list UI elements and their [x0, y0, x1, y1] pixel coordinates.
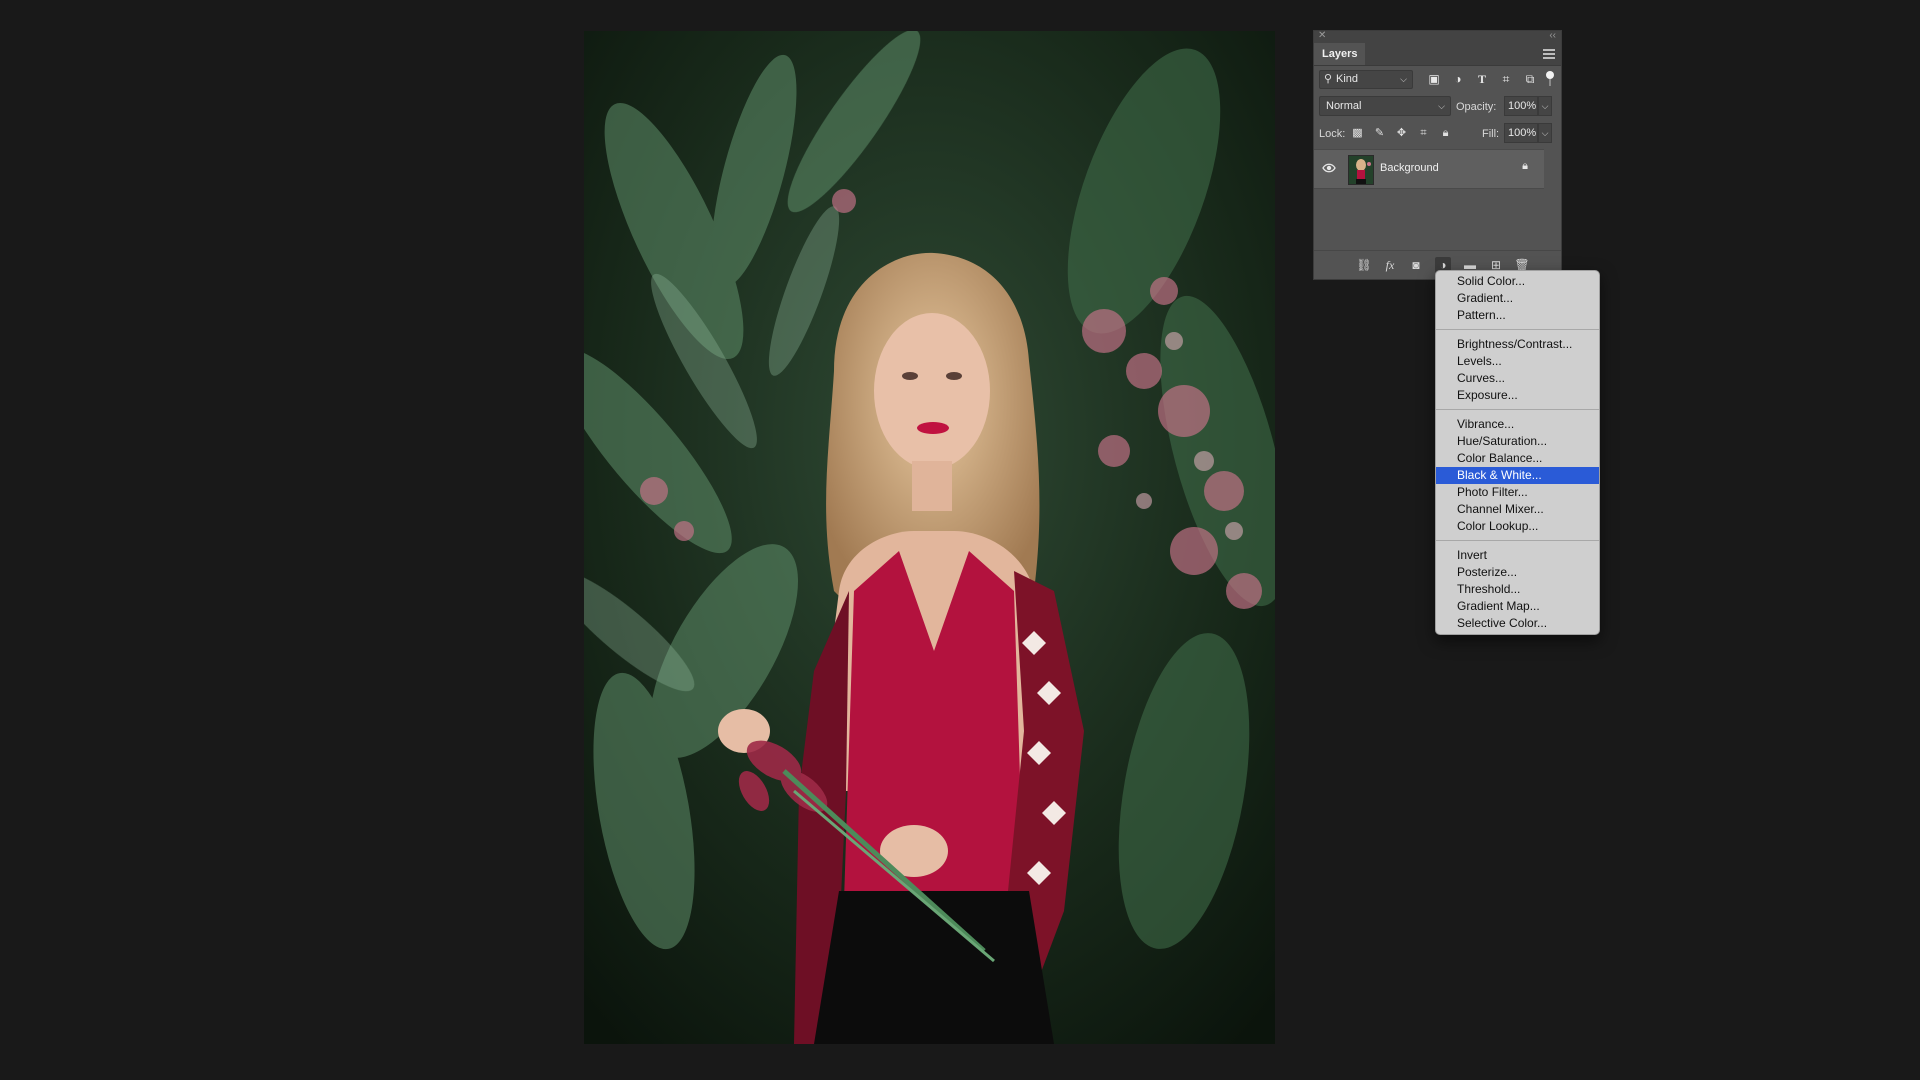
panel-tab-row: Layers [1314, 43, 1561, 66]
opacity-dropdown-button[interactable]: ⌵ [1538, 96, 1552, 116]
menu-item-curves[interactable]: Curves... [1436, 370, 1599, 387]
fill-label: Fill: [1482, 128, 1500, 140]
kind-filter-select[interactable]: ⚲ Kind ⌵ [1319, 70, 1413, 89]
layer-name[interactable]: Background [1380, 162, 1439, 174]
blend-mode-select[interactable]: Normal ⌵ [1319, 96, 1451, 116]
menu-item-posterize[interactable]: Posterize... [1436, 564, 1599, 581]
menu-item-channel-mixer[interactable]: Channel Mixer... [1436, 501, 1599, 518]
link-icon[interactable]: ⛓ [1356, 257, 1372, 273]
menu-item-gradient[interactable]: Gradient... [1436, 290, 1599, 307]
menu-item-threshold[interactable]: Threshold... [1436, 581, 1599, 598]
mask-icon[interactable]: ◙ [1408, 257, 1424, 273]
menu-item-gradient-map[interactable]: Gradient Map... [1436, 598, 1599, 615]
menu-item-vibrance[interactable]: Vibrance... [1436, 416, 1599, 433]
photo-image [584, 31, 1275, 1044]
lock-pixels-icon[interactable]: ✎ [1373, 127, 1386, 140]
menu-item-levels[interactable]: Levels... [1436, 353, 1599, 370]
menu-item-color-lookup[interactable]: Color Lookup... [1436, 518, 1599, 535]
lock-transparency-icon[interactable]: ▩ [1351, 127, 1364, 140]
lock-all-icon[interactable]: 🔒︎ [1439, 127, 1452, 140]
chevron-down-icon: ⌵ [1438, 101, 1445, 111]
adjustment-layer-menu: Solid Color... Gradient... Pattern... Brigh… [1435, 270, 1600, 635]
shape-filter-icon[interactable]: ⌗ [1499, 72, 1513, 86]
menu-item-brightness-contrast[interactable]: Brightness/Contrast... [1436, 336, 1599, 353]
menu-separator [1436, 540, 1599, 541]
lock-row: Lock: ▩ ✎ ✥ ⌗ 🔒︎ Fill: 100% ⌵ [1314, 120, 1561, 147]
menu-item-photo-filter[interactable]: Photo Filter... [1436, 484, 1599, 501]
filter-row: ⚲ Kind ⌵ ▣ ◑ T ⌗ ⧉ [1314, 66, 1561, 93]
menu-item-hue-saturation[interactable]: Hue/Saturation... [1436, 433, 1599, 450]
menu-item-invert[interactable]: Invert [1436, 547, 1599, 564]
menu-item-black-white[interactable]: Black & White... [1436, 467, 1599, 484]
image-filter-icon[interactable]: ▣ [1427, 72, 1441, 86]
visibility-eye-icon[interactable] [1322, 162, 1336, 174]
collapse-icon[interactable]: ‹‹ [1549, 30, 1556, 41]
adjustment-filter-icon[interactable]: ◑ [1451, 72, 1465, 86]
fx-icon[interactable]: fx [1382, 257, 1398, 273]
lock-label: Lock: [1319, 128, 1346, 140]
opacity-input[interactable]: 100% [1504, 96, 1538, 116]
close-icon[interactable]: ✕ [1318, 30, 1326, 41]
search-icon: ⚲ [1324, 73, 1333, 85]
opacity-label: Opacity: [1456, 101, 1497, 113]
document-canvas[interactable] [584, 31, 1275, 1044]
menu-item-selective-color[interactable]: Selective Color... [1436, 615, 1599, 632]
blend-mode-value: Normal [1326, 100, 1362, 112]
menu-separator [1436, 409, 1599, 410]
layers-panel: ✕ ‹‹ Layers ⚲ Kind ⌵ ▣ ◑ T ⌗ ⧉ Normal ⌵ … [1313, 30, 1562, 280]
fill-input[interactable]: 100% [1504, 123, 1538, 143]
chevron-down-icon: ⌵ [1400, 74, 1407, 84]
tab-layers[interactable]: Layers [1314, 43, 1366, 65]
blend-row: Normal ⌵ Opacity: 100% ⌵ [1314, 93, 1561, 120]
filter-toggle-switch[interactable] [1546, 71, 1554, 87]
lock-artboard-icon[interactable]: ⌗ [1417, 127, 1430, 140]
kind-filter-label: Kind [1336, 73, 1359, 85]
menu-separator [1436, 329, 1599, 330]
menu-item-pattern[interactable]: Pattern... [1436, 307, 1599, 324]
menu-item-color-balance[interactable]: Color Balance... [1436, 450, 1599, 467]
fill-dropdown-button[interactable]: ⌵ [1538, 123, 1552, 143]
lock-position-icon[interactable]: ✥ [1395, 127, 1408, 140]
layer-row-background[interactable]: Background 🔒︎ [1314, 149, 1544, 189]
type-filter-icon[interactable]: T [1475, 72, 1489, 86]
menu-item-solid-color[interactable]: Solid Color... [1436, 273, 1599, 290]
layer-lock-icon: 🔒︎ [1522, 160, 1528, 172]
panel-title-bar: ✕ ‹‹ [1314, 30, 1561, 43]
panel-menu-icon[interactable] [1543, 49, 1555, 59]
layer-thumbnail [1348, 155, 1374, 185]
smart-object-filter-icon[interactable]: ⧉ [1523, 72, 1537, 86]
menu-item-exposure[interactable]: Exposure... [1436, 387, 1599, 404]
